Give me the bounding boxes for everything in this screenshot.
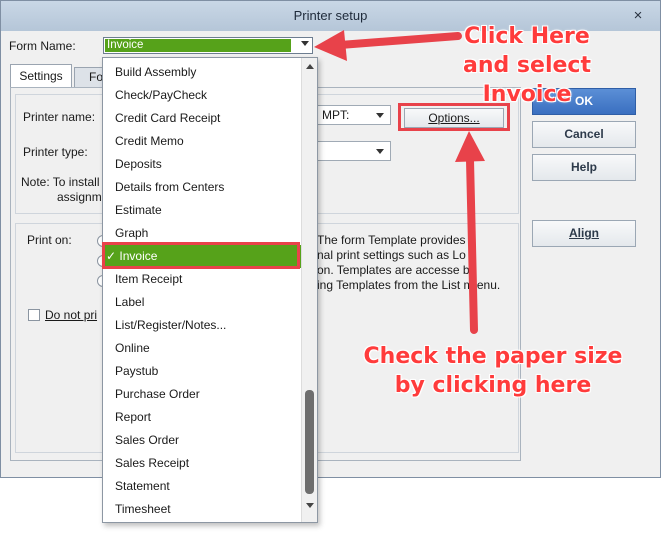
annotation-paper-size: Check the paper size by clicking here (358, 342, 628, 400)
template-description-2: nal print settings such as Lo o (317, 248, 476, 262)
annotation-line: and select (463, 53, 591, 78)
window-title: Printer setup (293, 8, 368, 23)
list-item[interactable]: Deposits (103, 153, 301, 176)
list-item[interactable]: Paystub (103, 360, 301, 383)
form-list: Build Assembly Check/PayCheck Credit Car… (103, 61, 301, 521)
scrollbar-thumb[interactable] (305, 390, 314, 494)
list-item[interactable]: Build Assembly (103, 61, 301, 84)
form-name-combo[interactable]: Invoice (103, 37, 313, 54)
printer-type-label: Printer type: (23, 145, 88, 159)
list-item[interactable]: Credit Memo (103, 130, 301, 153)
printer-type-combo[interactable] (317, 141, 391, 161)
list-item[interactable]: Timesheet (103, 498, 301, 521)
list-item[interactable]: Details from Centers (103, 176, 301, 199)
dropdown-scrollbar[interactable] (301, 58, 317, 522)
do-not-print-label: Do not pri (45, 308, 98, 322)
align-button[interactable]: Align (532, 220, 636, 247)
list-item[interactable]: Statement (103, 475, 301, 498)
list-item[interactable]: Credit Card Receipt (103, 107, 301, 130)
help-button[interactable]: Help (532, 154, 636, 181)
list-item[interactable]: Sales Order (103, 429, 301, 452)
cancel-button[interactable]: Cancel (532, 121, 636, 148)
annotation-line: by clicking here (394, 373, 592, 398)
list-item[interactable]: Estimate (103, 199, 301, 222)
invoice-highlight-box (102, 242, 300, 269)
chevron-down-icon[interactable] (376, 149, 384, 154)
printer-name-label: Printer name: (23, 110, 96, 124)
annotation-click-here: Click Here and select Invoice (452, 22, 602, 109)
template-description-4: ing Templates from the List m enu. (317, 278, 501, 292)
annotation-line: Click Here (464, 24, 590, 49)
list-item[interactable]: Label (103, 291, 301, 314)
template-description-3: on. Templates are accesse by (317, 263, 476, 277)
list-item[interactable]: Purchase Order (103, 383, 301, 406)
align-button-label: Align (569, 226, 599, 240)
list-item[interactable]: List/Register/Notes... (103, 314, 301, 337)
form-name-dropdown[interactable]: Build Assembly Check/PayCheck Credit Car… (102, 57, 318, 523)
annotation-line: Check the paper size (363, 344, 623, 369)
list-item[interactable]: Item Receipt (103, 268, 301, 291)
annotation-line: Invoice (482, 82, 572, 107)
close-icon[interactable]: × (628, 1, 648, 31)
printer-name-combo[interactable]: MPT: (317, 105, 391, 125)
chevron-down-icon[interactable] (301, 41, 309, 46)
chevron-down-icon[interactable] (376, 113, 384, 118)
install-note: Note: To install (21, 175, 100, 189)
list-item[interactable]: Check/PayCheck (103, 84, 301, 107)
template-description-1: The form Template provides (317, 233, 466, 247)
do-not-print-checkbox[interactable] (28, 309, 40, 321)
scroll-down-icon[interactable] (306, 503, 314, 508)
form-name-label: Form Name: (9, 39, 76, 53)
list-item[interactable]: Sales Receipt (103, 452, 301, 475)
install-note-line2: assignm (57, 190, 102, 204)
tab-settings[interactable]: Settings (10, 64, 72, 88)
scroll-up-icon[interactable] (306, 64, 314, 69)
print-on-label: Print on: (27, 233, 72, 247)
form-name-value: Invoice (105, 39, 291, 52)
printer-name-value: MPT: (322, 108, 350, 122)
list-item[interactable]: Online (103, 337, 301, 360)
list-item[interactable]: Report (103, 406, 301, 429)
